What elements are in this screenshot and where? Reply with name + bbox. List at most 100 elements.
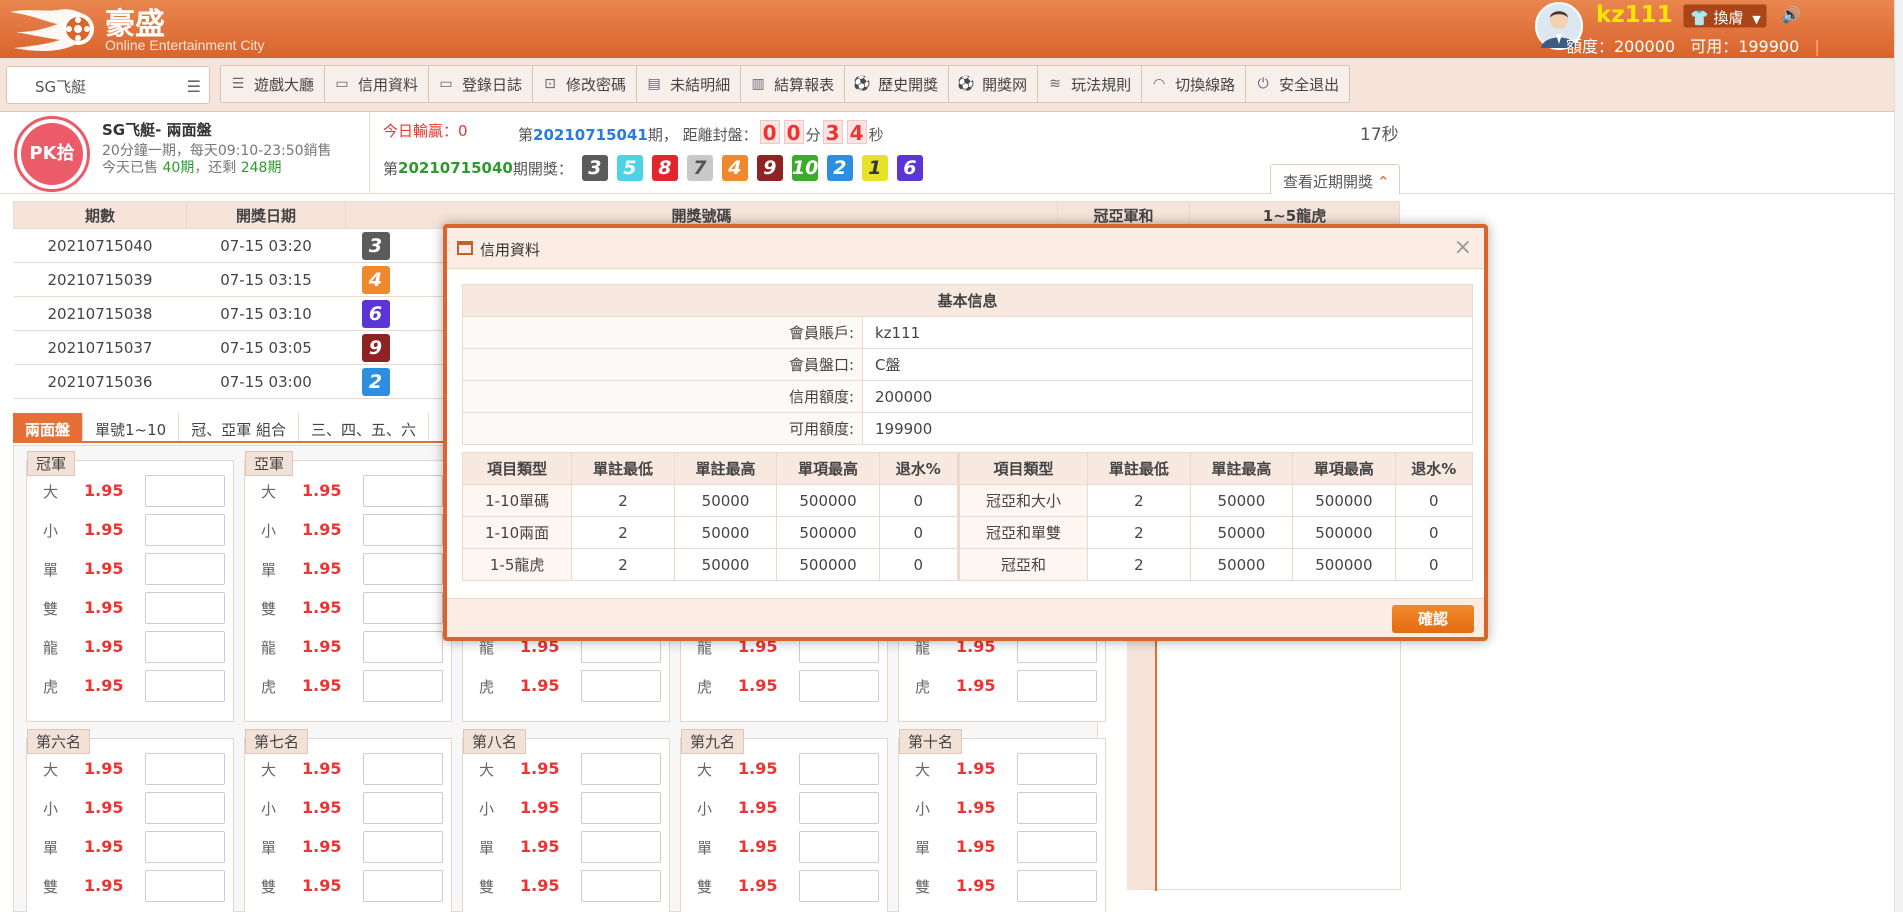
username[interactable]: kz111 [1596,2,1673,28]
bet-amount-input[interactable] [581,670,661,702]
bet-amount-input[interactable] [363,631,443,663]
odds-value: 1.95 [302,520,342,539]
column-header: 單註最低 [571,452,675,485]
lottery-ball: 6 [896,155,923,181]
limit-value-cell: 2 [1087,516,1191,549]
speaker-icon[interactable]: 🔊 [1781,5,1803,25]
bet-amount-input[interactable] [581,870,661,902]
nav-label: 遊戲大廳 [254,75,315,94]
bet-amount-input[interactable] [363,670,443,702]
limit-value-cell: 0 [878,548,959,581]
game-selector[interactable]: SG飞艇 ☰ [6,66,210,104]
field-label: 會員賬戶: [462,316,863,349]
bet-amount-input[interactable] [581,753,661,785]
skin-dropdown[interactable]: 👕 換膚 ▼ [1683,4,1767,28]
wifi-icon: ◠ [1153,76,1166,92]
bet-amount-input[interactable] [145,870,225,902]
odds-value: 1.95 [84,676,124,695]
recent-draws-button[interactable]: 查看近期開獎 ⌃ [1270,164,1400,194]
bet-amount-input[interactable] [363,753,443,785]
bet-option-label: 單 [697,839,713,857]
bet-amount-input[interactable] [1017,792,1097,824]
bet-amount-input[interactable] [145,792,225,824]
bet-amount-input[interactable] [363,592,443,624]
bet-amount-input[interactable] [363,553,443,585]
bet-option-label: 單 [261,839,277,857]
bet-amount-input[interactable] [145,592,225,624]
confirm-button[interactable]: 確認 [1392,605,1474,633]
bet-amount-input[interactable] [1017,831,1097,863]
monitor-icon: ▭ [439,76,453,92]
skin-label: 換膚 [1713,9,1744,27]
nav-item-login-log[interactable]: ▭ 登錄日誌 [429,66,534,102]
odds-value: 1.95 [302,637,342,656]
bet-amount-input[interactable] [363,831,443,863]
limit-value-cell: 2 [571,484,675,517]
odds-value: 1.95 [302,598,342,617]
sold-count: 40期 [162,160,195,176]
bet-amount-input[interactable] [1017,670,1097,702]
tab-3-6[interactable]: 三、四、五、六 [299,413,430,441]
bet-amount-input[interactable] [363,514,443,546]
bet-amount-input[interactable] [145,514,225,546]
scrollbar[interactable] [1894,0,1903,912]
bet-amount-input[interactable] [799,870,879,902]
nav-item-draw-site[interactable]: ⚽ 開獎网 [949,66,1039,102]
bet-amount-input[interactable] [363,475,443,507]
bet-amount-input[interactable] [145,753,225,785]
field-label: 會員盤口: [462,348,863,381]
nav-item-logout[interactable]: ⏻ 安全退出 [1246,66,1349,102]
nav-item-change-password[interactable]: ⊡ 修改密碼 [533,66,638,102]
bet-amount-input[interactable] [145,631,225,663]
bet-amount-input[interactable] [581,831,661,863]
bet-amount-input[interactable] [581,792,661,824]
bet-amount-input[interactable] [145,475,225,507]
game-info-bar: PK拾 SG飞艇- 兩面盤 20分鐘一期，每天09:10-23:50銷售 今天已… [0,112,1903,194]
nav-item-history[interactable]: ⚽ 歷史開獎 [845,66,950,102]
nav-item-lobby[interactable]: ☰ 遊戲大廳 [221,66,326,102]
game-logo-text: PK拾 [21,123,83,185]
bet-amount-input[interactable] [145,553,225,585]
odds-value: 1.95 [520,837,560,856]
date-cell: 07-15 03:05 [186,330,346,365]
bet-amount-input[interactable] [1017,870,1097,902]
odds-value: 1.95 [520,798,560,817]
odds-value: 1.95 [738,837,778,856]
tab-champion-combo[interactable]: 冠、亞軍 組合 [179,413,299,441]
bet-row: 大 1.95 [681,751,889,789]
bet-amount-input[interactable] [363,792,443,824]
close-icon[interactable]: × [1454,235,1472,260]
document-icon: ▤ [647,76,661,92]
remain-count: 248期 [240,160,282,176]
nav-label: 登錄日誌 [462,75,523,94]
limit-type-cell: 1-5龍虎 [461,548,573,581]
bet-option-label: 小 [261,800,277,818]
period-cell: 20210715040 [13,228,187,263]
bet-row: 小 1.95 [245,790,453,828]
bet-option-label: 小 [43,522,59,540]
lottery-ball: 7 [686,155,713,181]
odds-value: 1.95 [738,759,778,778]
nav-item-unsettled[interactable]: ▤ 未結明細 [637,66,742,102]
bet-amount-input[interactable] [799,831,879,863]
nav-item-report[interactable]: ▥ 結算報表 [741,66,846,102]
bet-amount-input[interactable] [799,792,879,824]
bet-amount-input[interactable] [799,753,879,785]
tab-single-number[interactable]: 單號1~10 [83,413,180,441]
nav-item-switch-line[interactable]: ◠ 切換線路 [1142,66,1247,102]
credit-limit: 額度：200000 [1566,37,1676,56]
bet-amount-input[interactable] [145,670,225,702]
bet-row: 小 1.95 [27,790,235,828]
odds-value: 1.95 [738,676,778,695]
nav-item-credit-info[interactable]: ▭ 信用資料 [325,66,430,102]
bet-amount-input[interactable] [1017,753,1097,785]
bar-chart-icon: ▥ [751,76,765,92]
side-panel-accent [1155,621,1157,891]
bet-amount-input[interactable] [363,870,443,902]
bet-amount-input[interactable] [145,831,225,863]
limit-value-cell: 2 [571,516,675,549]
bet-amount-input[interactable] [799,670,879,702]
field-label: 信用額度: [462,380,863,413]
tab-two-sides[interactable]: 兩面盤 [13,413,84,441]
nav-item-rules[interactable]: ≋ 玩法規則 [1038,66,1143,102]
